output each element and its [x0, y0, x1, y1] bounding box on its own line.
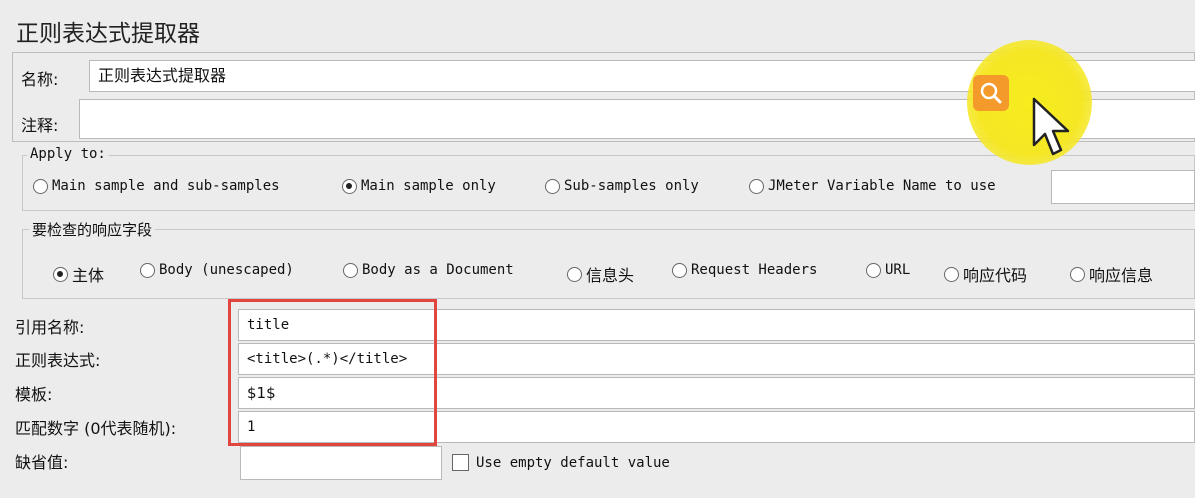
radio-main-and-sub-samples[interactable]: Main sample and sub-samples [33, 178, 280, 194]
radio-label: Main sample only [361, 178, 496, 194]
jmeter-variable-input[interactable] [1051, 170, 1195, 204]
radio-label: Sub-samples only [564, 178, 699, 194]
highlight-box [228, 299, 437, 446]
radio-indicator [140, 262, 155, 278]
radio-label: JMeter Variable Name to use [768, 178, 996, 194]
radio-request-headers[interactable]: Request Headers [672, 262, 817, 278]
radio-indicator [342, 178, 357, 194]
radio-label: 信息头 [586, 266, 635, 285]
regex-label: 正则表达式: [15, 351, 101, 370]
radio-label: 主体 [72, 266, 105, 285]
radio-label: Main sample and sub-samples [52, 178, 280, 194]
template-label: 模板: [15, 385, 53, 404]
default-value-input[interactable] [240, 446, 442, 480]
radio-indicator [33, 178, 48, 194]
use-empty-default-checkbox[interactable] [452, 454, 469, 471]
radio-indicator [545, 178, 560, 194]
radio-label: Body (unescaped) [159, 262, 294, 278]
radio-body-as-document[interactable]: Body as a Document [343, 262, 514, 278]
radio-indicator [1070, 266, 1085, 282]
radio-url[interactable]: URL [866, 262, 910, 278]
ref-name-label: 引用名称: [15, 318, 85, 337]
radio-label: Body as a Document [362, 262, 514, 278]
radio-jmeter-variable[interactable]: JMeter Variable Name to use [749, 178, 996, 194]
radio-body[interactable]: 主体 [53, 262, 104, 286]
use-empty-default-label: Use empty default value [476, 455, 670, 471]
radio-body-unescaped[interactable]: Body (unescaped) [140, 262, 294, 278]
radio-indicator [749, 178, 764, 194]
radio-response-message[interactable]: 响应信息 [1070, 262, 1153, 286]
radio-headers[interactable]: 信息头 [567, 262, 634, 286]
radio-indicator [343, 262, 358, 278]
comment-label: 注释: [21, 116, 59, 135]
radio-indicator [53, 266, 68, 282]
radio-response-code[interactable]: 响应代码 [944, 262, 1027, 286]
search-icon [980, 82, 1002, 104]
response-field-title: 要检查的响应字段 [29, 219, 156, 240]
match-no-label: 匹配数字 (0代表随机): [15, 419, 177, 438]
search-badge[interactable] [973, 75, 1009, 111]
radio-label: 响应代码 [963, 266, 1028, 285]
radio-indicator [866, 262, 881, 278]
default-value-label: 缺省值: [15, 453, 69, 472]
radio-sub-samples-only[interactable]: Sub-samples only [545, 178, 699, 194]
radio-indicator [672, 262, 687, 278]
mouse-pointer-icon [1032, 97, 1070, 156]
radio-label: 响应信息 [1089, 266, 1154, 285]
radio-indicator [944, 266, 959, 282]
page-title: 正则表达式提取器 [16, 21, 200, 47]
radio-label: Request Headers [691, 262, 818, 278]
name-label: 名称: [21, 70, 59, 89]
apply-to-title: Apply to: [27, 146, 109, 162]
radio-label: URL [885, 262, 911, 278]
radio-main-sample-only[interactable]: Main sample only [342, 178, 496, 194]
radio-indicator [567, 266, 582, 282]
